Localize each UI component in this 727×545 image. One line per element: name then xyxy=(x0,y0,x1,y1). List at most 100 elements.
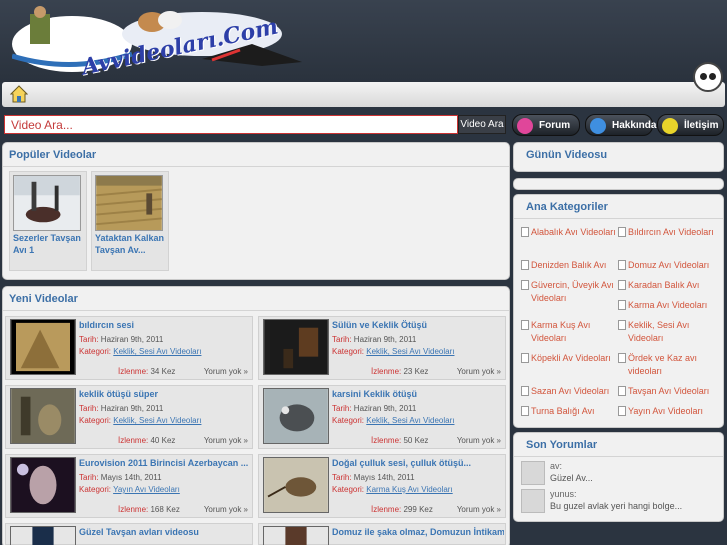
category-link[interactable]: Turna Balığı Avı xyxy=(521,405,619,418)
page-icon xyxy=(618,300,626,310)
comment-text[interactable]: Güzel Av... xyxy=(550,473,593,483)
video-card[interactable]: keklik ötüşü süper Tarih: Haziran 9th, 2… xyxy=(5,385,253,449)
comments-link[interactable]: Yorum yok » xyxy=(457,367,501,376)
video-title[interactable]: Doğal çulluk sesi, çulluk ötüşü... xyxy=(332,458,504,468)
views-unit: Kez xyxy=(166,505,180,514)
category-label: Kategori: xyxy=(79,485,112,494)
site-logo[interactable]: Avvideoları.Com xyxy=(11,4,302,80)
video-category-row: Kategori: Yayın Avı Videoları xyxy=(79,485,180,494)
search-nav-bar: Video Ara Forum Hakkında İletişim xyxy=(0,114,727,136)
nav-forum-button[interactable]: Forum xyxy=(512,114,580,136)
category-link[interactable]: Domuz Avı Videoları xyxy=(618,259,716,272)
video-card[interactable]: karsini Keklik ötüşü Tarih: Haziran 9th,… xyxy=(258,385,506,449)
date-label: Tarih: xyxy=(79,473,99,482)
video-date: Haziran 9th, 2011 xyxy=(100,335,164,344)
page-icon xyxy=(618,320,626,330)
video-thumbnail[interactable] xyxy=(10,526,76,545)
video-card[interactable]: Doğal çulluk sesi, çulluk ötüşü... Tarih… xyxy=(258,454,506,518)
video-title[interactable]: Sülün ve Keklik Ötüşü xyxy=(332,320,504,330)
video-thumbnail[interactable] xyxy=(10,319,76,375)
popular-video-title[interactable]: Sezerler Tavşan Avı 1 xyxy=(13,232,85,256)
popular-video-card[interactable]: Yataktan Kalkan Tavşan Av... xyxy=(91,171,169,271)
video-category-link[interactable]: Keklik, Sesi Avı Videoları xyxy=(366,347,454,356)
video-thumbnail[interactable] xyxy=(263,457,329,513)
page-icon xyxy=(618,386,626,396)
video-card[interactable]: Sülün ve Keklik Ötüşü Tarih: Haziran 9th… xyxy=(258,316,506,380)
video-views: İzlenme: 50 Kez xyxy=(371,436,428,445)
category-link[interactable]: Sazan Avı Videoları xyxy=(521,385,619,398)
video-views: İzlenme: 168 Kez xyxy=(118,505,180,514)
video-thumbnail[interactable] xyxy=(95,175,163,231)
video-date-row: Tarih: Haziran 9th, 2011 xyxy=(79,404,163,413)
search-button[interactable]: Video Ara xyxy=(458,115,506,134)
category-link[interactable]: Ördek ve Kaz avı videoları xyxy=(618,352,716,378)
comments-link[interactable]: Yorum yok » xyxy=(204,436,248,445)
category-label: Domuz Avı Videoları xyxy=(628,260,710,270)
category-link[interactable]: Tavşan Avı Videoları xyxy=(618,385,716,398)
category-label: Karma Kuş Avı Videoları xyxy=(531,320,591,343)
comments-link[interactable]: Yorum yok » xyxy=(204,505,248,514)
category-label: Denizden Balık Avı xyxy=(531,260,607,270)
video-thumbnail[interactable] xyxy=(263,388,329,444)
nav-about-button[interactable]: Hakkında xyxy=(585,114,656,136)
category-label: Karadan Balık Avı xyxy=(628,280,700,290)
category-link[interactable]: Köpekli Av Videoları xyxy=(521,352,619,365)
comments-link[interactable]: Yorum yok » xyxy=(457,436,501,445)
category-link[interactable]: Yayın Avı Videoları xyxy=(618,405,716,418)
video-of-day-panel: Günün Videosu xyxy=(513,142,724,172)
video-title[interactable]: Eurovision 2011 Birincisi Azerbaycan ... xyxy=(79,458,251,468)
video-card[interactable]: Güzel Tavşan avları videosu xyxy=(5,523,253,545)
video-date: Mayıs 14th, 2011 xyxy=(353,473,415,482)
category-label: Tavşan Avı Videoları xyxy=(628,386,710,396)
site-header: Avvideoları.Com xyxy=(0,0,727,92)
category-link[interactable]: Karma Avı Videoları xyxy=(618,299,716,312)
category-link[interactable]: Karadan Balık Avı xyxy=(618,279,716,292)
category-link[interactable]: Bıldırcın Avı Videoları xyxy=(618,226,716,239)
home-icon[interactable] xyxy=(9,85,29,103)
popular-video-title[interactable]: Yataktan Kalkan Tavşan Av... xyxy=(95,232,167,256)
video-title[interactable]: bıldırcın sesi xyxy=(79,320,251,330)
video-thumbnail[interactable] xyxy=(13,175,81,231)
page-icon xyxy=(618,406,626,416)
category-label: Kategori: xyxy=(79,416,112,425)
video-thumbnail[interactable] xyxy=(10,388,76,444)
category-link[interactable]: Alabalık Avı Videoları xyxy=(521,226,619,239)
home-bar xyxy=(2,82,725,107)
video-thumbnail[interactable] xyxy=(263,319,329,375)
comment-author: yunus: xyxy=(550,489,577,499)
date-label: Tarih: xyxy=(79,335,99,344)
mascot-icon xyxy=(693,62,723,92)
video-category-link[interactable]: Keklik, Sesi Avı Videoları xyxy=(366,416,454,425)
page-icon xyxy=(521,227,529,237)
video-category-link[interactable]: Karma Kuş Avı Videoları xyxy=(366,485,452,494)
category-link[interactable]: Keklik, Sesi Avı Videoları xyxy=(618,319,716,345)
video-category-link[interactable]: Keklik, Sesi Avı Videoları xyxy=(113,347,201,356)
divider-panel xyxy=(513,178,724,190)
video-category-link[interactable]: Keklik, Sesi Avı Videoları xyxy=(113,416,201,425)
video-date: Mayıs 14th, 2011 xyxy=(100,473,162,482)
video-category-link[interactable]: Yayın Avı Videoları xyxy=(113,485,180,494)
category-label: Turna Balığı Avı xyxy=(531,406,595,416)
category-label: Alabalık Avı Videoları xyxy=(531,227,616,237)
video-card[interactable]: bıldırcın sesi Tarih: Haziran 9th, 2011 … xyxy=(5,316,253,380)
popular-video-card[interactable]: Sezerler Tavşan Avı 1 xyxy=(9,171,87,271)
comments-link[interactable]: Yorum yok » xyxy=(457,505,501,514)
video-card[interactable]: Domuz ile şaka olmaz, Domuzun İntikam... xyxy=(258,523,506,545)
video-card[interactable]: Eurovision 2011 Birincisi Azerbaycan ...… xyxy=(5,454,253,518)
video-thumbnail[interactable] xyxy=(263,526,329,545)
video-title[interactable]: keklik ötüşü süper xyxy=(79,389,251,399)
nav-contact-button[interactable]: İletişim xyxy=(657,114,724,136)
date-label: Tarih: xyxy=(332,404,352,413)
video-title[interactable]: karsini Keklik ötüşü xyxy=(332,389,504,399)
search-input[interactable] xyxy=(4,115,458,134)
video-title[interactable]: Güzel Tavşan avları videosu xyxy=(79,527,251,537)
comments-link[interactable]: Yorum yok » xyxy=(204,367,248,376)
category-link[interactable]: Karma Kuş Avı Videoları xyxy=(521,319,619,345)
video-title[interactable]: Domuz ile şaka olmaz, Domuzun İntikam... xyxy=(332,527,504,537)
category-link[interactable]: Denizden Balık Avı xyxy=(521,259,619,272)
category-link[interactable]: Güvercin, Üveyik Avı Videoları xyxy=(521,279,619,305)
views-count: 299 xyxy=(403,505,417,514)
views-label: İzlenme: xyxy=(371,367,402,376)
video-thumbnail[interactable] xyxy=(10,457,76,513)
comment-text[interactable]: Bu guzel avlak yeri hangi bolge... xyxy=(550,501,682,511)
